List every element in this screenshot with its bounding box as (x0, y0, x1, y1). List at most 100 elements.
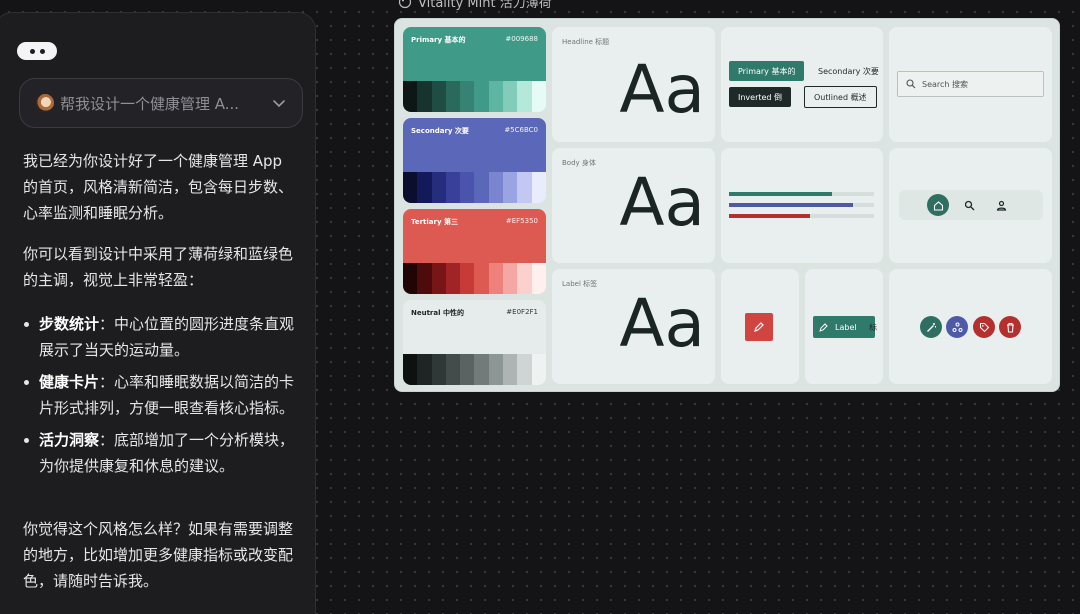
frame-title-text: Vitality Mint 活力薄荷 (418, 0, 552, 11)
palette-hex: #EF5350 (505, 217, 538, 225)
type-label: Label 标签 (562, 280, 598, 288)
person-icon[interactable] (996, 200, 1007, 211)
color-swatch[interactable] (474, 354, 489, 385)
type-label: Headline 标题 (562, 38, 610, 46)
color-swatch[interactable] (488, 172, 504, 203)
color-swatch[interactable] (417, 81, 432, 112)
color-swatch[interactable] (474, 172, 489, 203)
color-swatch[interactable] (431, 263, 446, 294)
color-swatch[interactable] (503, 263, 518, 294)
magic-wand-button[interactable] (920, 316, 942, 338)
color-swatch[interactable] (417, 263, 432, 294)
chat-panel: 帮我设计一个健康管理 A... 我已经为你设计好了一个健康管理 App 的首页，… (0, 12, 316, 614)
buttons-card: Primary 基本的 Secondary 次要 Inverted 倒 Outl… (721, 27, 883, 142)
type-sample: Aa (619, 285, 705, 362)
color-swatch[interactable] (403, 354, 418, 385)
palette-hex: #009688 (505, 35, 538, 43)
edit-icon-button[interactable] (745, 313, 773, 341)
search-input[interactable]: Search 搜索 (897, 71, 1044, 97)
color-swatch[interactable] (488, 81, 504, 112)
outlined-button[interactable]: Outlined 概述 (804, 86, 877, 108)
color-swatch[interactable] (474, 81, 489, 112)
prompt-text: 帮我设计一个健康管理 A... (60, 94, 240, 113)
color-swatch[interactable] (531, 263, 546, 294)
color-swatch[interactable] (445, 172, 461, 203)
label-chip-button[interactable]: Label (813, 316, 875, 338)
swatch-strip (403, 263, 546, 294)
color-swatch[interactable] (417, 354, 432, 385)
list-item: 健康卡片：心率和睡眠数据以简洁的卡片形式排列，方便一眼查看核心指标。 (23, 369, 299, 421)
palette-name: Primary 基本的 (411, 36, 466, 44)
color-swatch[interactable] (531, 81, 546, 112)
search-placeholder: Search 搜索 (922, 79, 969, 89)
home-icon (933, 200, 943, 211)
nav-home-button[interactable] (927, 194, 949, 216)
label-type-card: Label 标签 Aa (552, 269, 715, 384)
nav-bar-card (889, 148, 1052, 263)
color-swatch[interactable] (517, 172, 532, 203)
color-swatch[interactable] (445, 81, 461, 112)
reply-paragraph-3: 你觉得这个风格怎么样？如果有需要调整的地方，比如增加更多健康指标或改变配色，请随… (23, 520, 294, 590)
progress-bar-secondary (729, 203, 853, 207)
bottom-nav-bar (899, 190, 1043, 220)
palette-icon (398, 0, 412, 8)
body-type-card: Body 身体 Aa (552, 148, 715, 263)
color-swatch[interactable] (488, 354, 504, 385)
color-swatch[interactable] (431, 172, 446, 203)
progress-card (721, 148, 883, 263)
reply-paragraph-1: 我已经为你设计好了一个健康管理 App 的首页，风格清新简洁，包含每日步数、心率… (23, 152, 294, 222)
color-swatch[interactable] (431, 81, 446, 112)
share-nodes-button[interactable] (946, 316, 968, 338)
color-swatch[interactable] (460, 354, 475, 385)
color-swatch[interactable] (460, 81, 475, 112)
reply-bullet-list: 步数统计：中心位置的圆形进度条直观展示了当天的运动量。 健康卡片：心率和睡眠数据… (23, 311, 299, 485)
color-swatch[interactable] (474, 263, 489, 294)
color-swatch[interactable] (460, 263, 475, 294)
color-swatch[interactable] (488, 263, 504, 294)
color-swatch[interactable] (403, 263, 418, 294)
canvas-frame-title[interactable]: Vitality Mint 活力薄荷 (398, 0, 552, 11)
palette-card-1: Secondary 次要 #5C6BC0 (403, 118, 546, 203)
color-swatch[interactable] (403, 81, 418, 112)
swatch-strip (403, 81, 546, 112)
more-options-button[interactable] (17, 42, 57, 60)
swatch-strip (403, 172, 546, 203)
pencil-icon (819, 323, 828, 332)
progress-bar-primary (729, 192, 832, 196)
color-swatch[interactable] (531, 354, 546, 385)
secondary-button[interactable]: Secondary 次要 (809, 61, 888, 81)
delete-button[interactable] (999, 316, 1021, 338)
chip-label: Label (835, 322, 857, 332)
palette-card-0: Primary 基本的 #009688 (403, 27, 546, 112)
color-swatch[interactable] (503, 81, 518, 112)
headline-type-card: Headline 标题 Aa (552, 27, 715, 142)
type-sample: Aa (619, 51, 705, 128)
tag-button[interactable] (973, 316, 995, 338)
share-nodes-icon (952, 322, 962, 332)
color-swatch[interactable] (503, 172, 518, 203)
color-swatch[interactable] (431, 354, 446, 385)
search-icon[interactable] (964, 200, 975, 211)
color-swatch[interactable] (531, 172, 546, 203)
color-swatch[interactable] (517, 263, 532, 294)
color-swatch[interactable] (503, 354, 518, 385)
color-swatch[interactable] (517, 354, 532, 385)
type-label: Body 身体 (562, 159, 596, 167)
search-card: Search 搜索 (889, 27, 1052, 142)
inverted-button[interactable]: Inverted 倒 (729, 87, 792, 107)
color-swatch[interactable] (417, 172, 432, 203)
chevron-down-icon[interactable] (270, 94, 288, 112)
palette-name: Secondary 次要 (411, 127, 469, 135)
color-swatch[interactable] (445, 354, 461, 385)
palette-hex: #E0F2F1 (506, 308, 538, 316)
color-swatch[interactable] (445, 263, 461, 294)
palette-name: Tertiary 第三 (411, 218, 458, 226)
chip-card: Label 标 (805, 269, 883, 384)
user-prompt-bubble[interactable]: 帮我设计一个健康管理 A... (19, 78, 303, 128)
color-swatch[interactable] (460, 172, 475, 203)
primary-button[interactable]: Primary 基本的 (729, 61, 805, 81)
design-system-board: Primary 基本的 #009688 Secondary 次要 #5C6BC0 Ter… (394, 18, 1060, 392)
color-swatch[interactable] (517, 81, 532, 112)
color-swatch[interactable] (403, 172, 418, 203)
progress-bar-tertiary (729, 214, 810, 218)
